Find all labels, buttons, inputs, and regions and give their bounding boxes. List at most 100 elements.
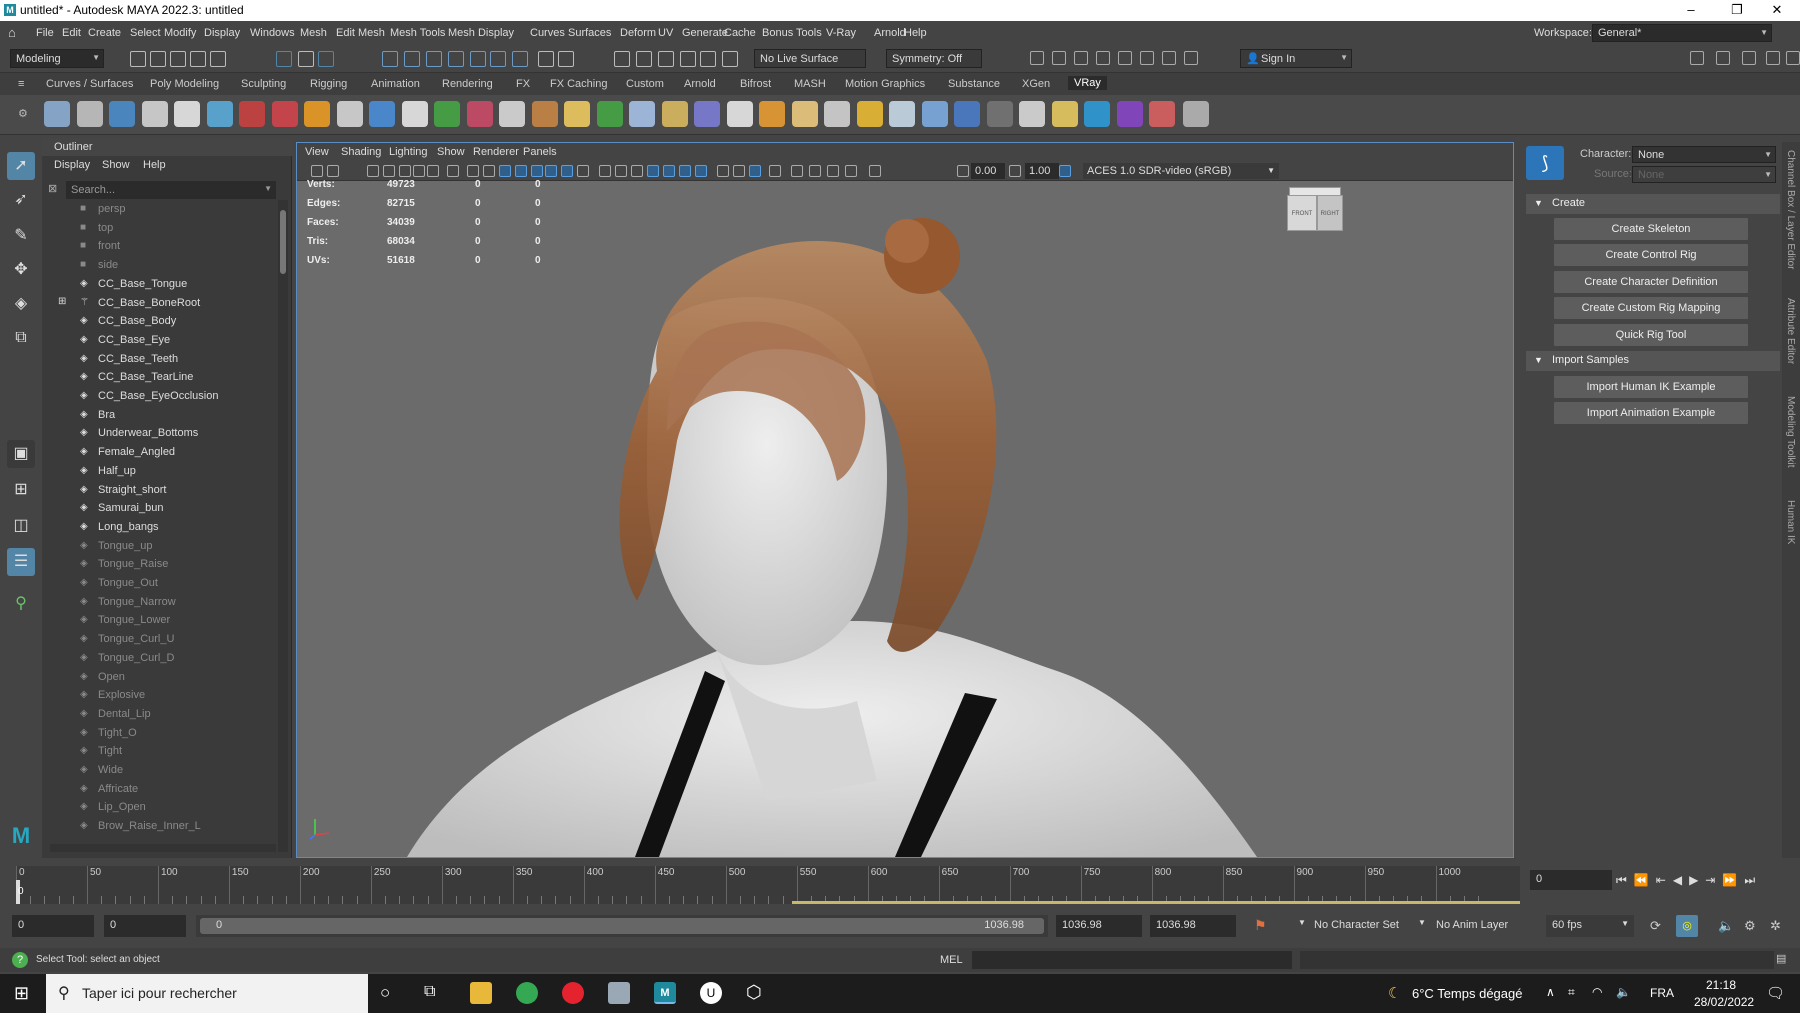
view-cube[interactable]: FRONT RIGHT xyxy=(1287,187,1343,239)
menu-cache[interactable]: Cache xyxy=(724,27,756,39)
outliner-item[interactable]: ◈ Open xyxy=(42,668,274,686)
create-custom-rig-mapping-button[interactable]: Create Custom Rig Mapping xyxy=(1554,297,1748,320)
outliner-item[interactable]: ◈ Tongue_Curl_D xyxy=(42,649,274,667)
outliner-item[interactable]: ⊞ ⚚ CC_Base_BoneRoot xyxy=(42,294,274,312)
outliner-item[interactable]: ◈ Tongue_Out xyxy=(42,574,274,592)
shelf-tool-icon-26[interactable] xyxy=(856,101,883,127)
viewport-menu-view[interactable]: View xyxy=(305,146,329,158)
outliner-item[interactable]: ◈ Dental_Lip xyxy=(42,705,274,723)
select-object-icon[interactable] xyxy=(298,51,314,67)
shelf-tool-icon-11[interactable] xyxy=(369,101,395,127)
view-cube-front[interactable]: FRONT xyxy=(1287,195,1317,231)
shelf-tool-icon-1[interactable] xyxy=(44,101,70,127)
select-tool-icon[interactable]: ➚ xyxy=(7,152,35,180)
side-tab-channel-box-layer-editor[interactable]: Channel Box / Layer Editor xyxy=(1785,150,1796,270)
viewport-tool-icon-24[interactable] xyxy=(717,165,729,177)
viewport-tool-icon-33[interactable] xyxy=(957,165,969,177)
expand-icon[interactable]: ⊞ xyxy=(58,296,66,307)
maya-taskbar-icon[interactable]: M xyxy=(654,982,676,1004)
shelf-tool-icon-8[interactable] xyxy=(271,101,298,127)
menu-mesh-tools[interactable]: Mesh Tools xyxy=(390,27,445,39)
outliner-item[interactable]: ◈ Bra xyxy=(42,406,274,424)
shelf-tool-icon-24[interactable] xyxy=(791,101,818,127)
cache-playback-icon[interactable]: ◎ xyxy=(1676,915,1698,937)
toolbar-icon-9[interactable] xyxy=(1690,51,1704,65)
notifications-icon[interactable]: 🗨 xyxy=(1766,984,1785,1002)
shelf-tool-icon-10[interactable] xyxy=(336,101,363,127)
outliner-layout-icon[interactable]: ☰ xyxy=(7,548,35,576)
outliner-menu-display[interactable]: Display xyxy=(54,159,90,171)
loop-icon[interactable]: ⟳ xyxy=(1650,918,1661,934)
viewport-menu-renderer[interactable]: Renderer xyxy=(473,146,519,158)
save-scene-icon[interactable] xyxy=(170,51,186,67)
outliner-item[interactable]: ■ top xyxy=(42,219,274,237)
exposure-field[interactable]: 0.00 xyxy=(971,163,1005,179)
create-skeleton-button[interactable]: Create Skeleton xyxy=(1554,218,1748,240)
single-view-icon[interactable]: ▣ xyxy=(7,440,35,468)
side-tab-attribute-editor[interactable]: Attribute Editor xyxy=(1785,298,1796,364)
viewport-tool-icon-6[interactable] xyxy=(413,165,425,177)
snap-point-icon[interactable] xyxy=(426,51,442,67)
magnet-icon[interactable] xyxy=(700,51,716,67)
outliner-scroll-thumb[interactable] xyxy=(280,210,286,274)
shelf-tool-icon-35[interactable] xyxy=(1149,101,1175,127)
shelf-tool-icon-23[interactable] xyxy=(759,101,785,127)
import-animation-example-button[interactable]: Import Animation Example xyxy=(1554,402,1748,425)
menu-windows[interactable]: Windows xyxy=(250,27,295,39)
render-settings-icon[interactable] xyxy=(636,51,652,67)
menu-select[interactable]: Select xyxy=(130,27,161,39)
time-slider[interactable]: 0 50 100 150 200 250 300 350 400 450 500 550 600 650 7… xyxy=(16,866,1520,904)
mel-input[interactable] xyxy=(972,951,1292,969)
snap-live-icon[interactable] xyxy=(490,51,506,67)
viewport-menu-show[interactable]: Show xyxy=(437,146,465,158)
menu-set-select[interactable]: Modeling ▼ xyxy=(10,49,104,68)
play-backward-icon[interactable]: ◀ xyxy=(1673,873,1682,887)
outliner-item[interactable]: ◈ Tight xyxy=(42,742,274,760)
outliner-item[interactable]: ◈ Affricate xyxy=(42,780,274,798)
prefs-icon[interactable]: ⚙ xyxy=(1744,918,1756,934)
shelf-tab-xgen[interactable]: XGen xyxy=(1022,78,1050,90)
lasso-tool-icon[interactable]: ➶ xyxy=(7,186,35,214)
color-space-select[interactable]: ACES 1.0 SDR-video (sRGB) ▼ xyxy=(1083,163,1279,179)
outliner-item[interactable]: ◈ Tongue_up xyxy=(42,537,274,555)
menu-file[interactable]: File xyxy=(36,27,54,39)
toolbar-icon-6[interactable] xyxy=(1140,51,1154,65)
outliner-item[interactable]: ◈ Tongue_Raise xyxy=(42,555,274,573)
outliner-hscrollbar[interactable] xyxy=(50,844,276,852)
viewport-tool-icon-21[interactable] xyxy=(663,165,675,177)
shelf-tool-icon-4[interactable] xyxy=(141,101,168,127)
toolbar-icon-2[interactable] xyxy=(1052,51,1066,65)
move-tool-icon[interactable]: ✥ xyxy=(7,256,35,284)
toolbar-icon-8[interactable] xyxy=(1184,51,1198,65)
playback-start-field[interactable]: 0 xyxy=(104,915,186,937)
clock-time[interactable]: 21:18 xyxy=(1706,978,1736,992)
gamma-field[interactable]: 1.00 xyxy=(1025,163,1059,179)
shelf-tool-icon-12[interactable] xyxy=(401,101,428,127)
shelf-menu-icon[interactable]: ≡ xyxy=(18,78,24,90)
viewport-tool-icon-17[interactable] xyxy=(599,165,611,177)
step-forward-frame-icon[interactable]: ⇥ xyxy=(1705,873,1715,887)
windows-start-icon[interactable]: ⊞ xyxy=(14,983,29,1004)
outliner-item[interactable]: ◈ CC_Base_Teeth xyxy=(42,350,274,368)
shelf-tool-icon-33[interactable] xyxy=(1084,101,1110,127)
outliner-search-input[interactable]: Search... ▼ xyxy=(66,181,276,199)
menu-mesh-display[interactable]: Mesh Display xyxy=(448,27,514,39)
symmetry-select[interactable]: Symmetry: Off xyxy=(886,49,982,68)
view-cube-top[interactable] xyxy=(1289,187,1341,196)
shelf-tool-icon-3[interactable] xyxy=(109,101,135,127)
toolbar-icon-3[interactable] xyxy=(1074,51,1088,65)
animation-start-field[interactable]: 0 xyxy=(12,915,94,937)
open-scene-icon[interactable] xyxy=(150,51,166,67)
viewport-tool-icon-18[interactable] xyxy=(615,165,627,177)
shelf-tool-icon-27[interactable] xyxy=(889,101,915,127)
shelf-tool-icon-30[interactable] xyxy=(986,101,1013,127)
shelf-tab-fx[interactable]: FX xyxy=(516,78,530,90)
shelf-tool-icon-16[interactable] xyxy=(531,101,558,127)
outliner-item[interactable]: ◈ Half_up xyxy=(42,462,274,480)
outliner-item[interactable]: ■ side xyxy=(42,256,274,274)
auto-key-icon[interactable]: ⚑ xyxy=(1254,917,1267,934)
menu-arnold[interactable]: Arnold xyxy=(874,27,906,39)
animation-end-field[interactable]: 1036.98 xyxy=(1150,915,1236,937)
character-set-select[interactable]: ▼ No Character Set xyxy=(1292,915,1418,937)
script-editor-icon[interactable]: ▤ xyxy=(1776,952,1786,965)
